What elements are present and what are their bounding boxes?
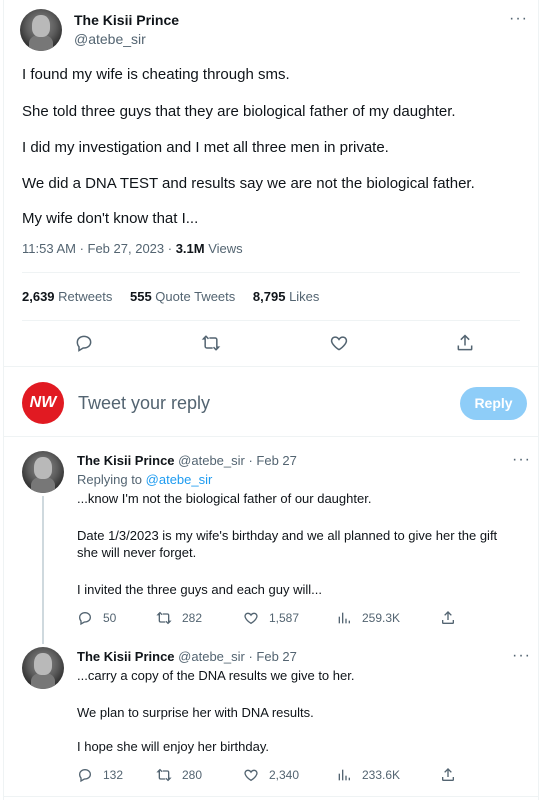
views-count: 233.6K	[362, 768, 401, 782]
reply-text-line: ...know I'm not the biological father of…	[77, 491, 372, 506]
divider	[4, 796, 538, 797]
reply-handle[interactable]: @atebe_sir · Feb 27	[178, 649, 297, 664]
reply-action[interactable]: 132	[77, 767, 123, 783]
reply-author-avatar[interactable]	[22, 647, 64, 689]
views-label: Views	[204, 241, 243, 256]
share-icon[interactable]	[455, 333, 475, 353]
heart-icon[interactable]	[329, 333, 349, 353]
reply-input[interactable]: Tweet your reply	[78, 393, 210, 414]
like-count: 2,340	[269, 768, 300, 782]
tweet-thread: The Kisii Prince @atebe_sir ··· I found …	[3, 0, 539, 800]
views-action[interactable]: 233.6K	[336, 767, 400, 783]
retweet-action[interactable]: 280	[156, 767, 202, 783]
tweet-text-line: My wife don't know that I...	[22, 210, 199, 227]
divider	[22, 320, 520, 321]
reply-text-line: she will never forget.	[77, 545, 197, 560]
reply-count: 50	[103, 611, 117, 625]
user-avatar[interactable]: NW	[22, 382, 64, 424]
like-action[interactable]: 1,587	[243, 610, 299, 626]
share-icon	[442, 611, 454, 624]
views-action[interactable]: 259.3K	[336, 610, 400, 626]
likes-stat[interactable]: 8,795 Likes	[253, 289, 320, 304]
share-action[interactable]	[440, 767, 466, 783]
share-action[interactable]	[440, 610, 466, 626]
like-action[interactable]: 2,340	[243, 767, 299, 783]
views-icon	[338, 612, 350, 624]
retweet-count: 282	[182, 611, 203, 625]
reply-text-line: I invited the three guys and each guy wi…	[77, 582, 322, 597]
reply-text-line: I hope she will enjoy her birthday.	[77, 739, 269, 754]
more-icon[interactable]: ···	[512, 452, 531, 468]
tweet-text-line: She told three guys that they are biolog…	[22, 103, 456, 120]
reply-header: The Kisii Prince @atebe_sir · Feb 27	[77, 649, 297, 664]
divider	[4, 436, 538, 437]
reply-text-line: We plan to surprise her with DNA results…	[77, 705, 314, 720]
like-count: 1,587	[269, 611, 300, 625]
quotes-stat[interactable]: 555 Quote Tweets	[130, 289, 235, 304]
replying-to-link[interactable]: @atebe_sir	[146, 472, 213, 487]
tweet-timestamp[interactable]: 11:53 AM · Feb 27, 2023 ·	[22, 241, 176, 256]
more-icon[interactable]: ···	[512, 648, 531, 664]
tweet-text-line: We did a DNA TEST and results say we are…	[22, 175, 475, 192]
replying-to: Replying to @atebe_sir	[77, 472, 213, 487]
reply-handle[interactable]: @atebe_sir · Feb 27	[178, 453, 297, 468]
tweet-text-line: I found my wife is cheating through sms.	[22, 66, 290, 83]
reply-author-avatar[interactable]	[22, 451, 64, 493]
reply-icon	[78, 611, 92, 626]
reply-text-line: ...carry a copy of the DNA results we gi…	[77, 668, 355, 683]
reply-author-name[interactable]: The Kisii Prince	[77, 649, 175, 664]
retweet-icon	[156, 611, 172, 625]
divider	[22, 272, 520, 273]
retweet-action[interactable]: 282	[156, 610, 202, 626]
divider	[4, 366, 538, 367]
reply-count: 132	[103, 768, 124, 782]
more-icon[interactable]: ···	[509, 11, 528, 27]
tweet-text-line: I did my investigation and I met all thr…	[22, 139, 389, 156]
author-handle[interactable]: @atebe_sir	[74, 31, 146, 47]
reply-header: The Kisii Prince @atebe_sir · Feb 27	[77, 453, 297, 468]
reply-icon	[78, 768, 92, 783]
heart-icon	[244, 769, 258, 782]
share-icon	[442, 768, 454, 781]
views-icon	[338, 769, 350, 781]
heart-icon	[244, 612, 258, 625]
reply-author-name[interactable]: The Kisii Prince	[77, 453, 175, 468]
views-count: 259.3K	[362, 611, 401, 625]
thread-connector	[42, 496, 44, 644]
tweet-meta: 11:53 AM · Feb 27, 2023 · 3.1M Views	[22, 241, 243, 256]
retweet-icon	[156, 768, 172, 782]
retweets-stat[interactable]: 2,639 Retweets	[22, 289, 112, 304]
reply-button[interactable]: Reply	[460, 387, 527, 420]
retweet-count: 280	[182, 768, 203, 782]
reply-action[interactable]: 50	[77, 610, 116, 626]
tweet-stats: 2,639 Retweets 555 Quote Tweets 8,795 Li…	[22, 289, 333, 304]
author-name[interactable]: The Kisii Prince	[74, 12, 179, 28]
reply-text-line: Date 1/3/2023 is my wife's birthday and …	[77, 528, 498, 543]
reply-icon[interactable]	[74, 333, 94, 353]
retweet-icon[interactable]	[201, 333, 221, 353]
author-avatar[interactable]	[20, 9, 62, 51]
views-count: 3.1M	[175, 241, 205, 256]
